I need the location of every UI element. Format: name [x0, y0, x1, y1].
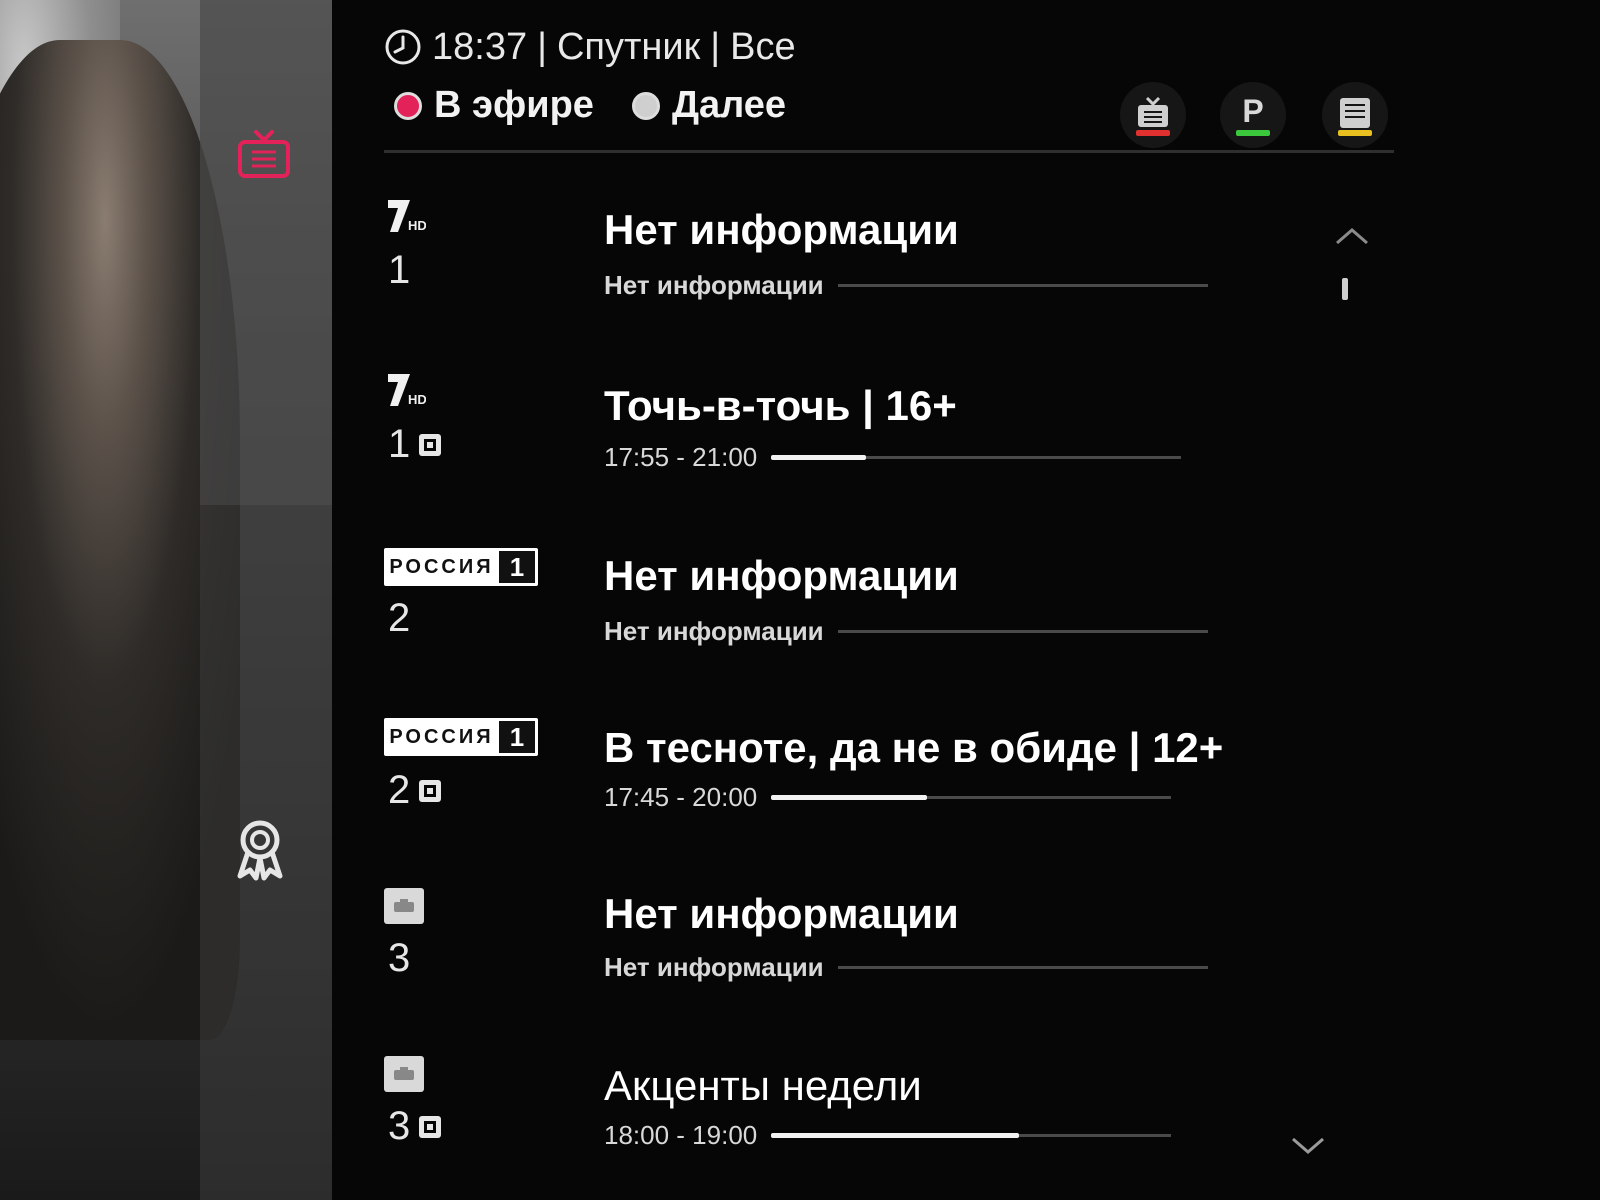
program-subtitle: Нет информации	[604, 270, 1208, 301]
svg-text:HD: HD	[408, 392, 426, 407]
program-title: Акценты недели	[604, 1062, 922, 1109]
channel-row[interactable]: РОССИЯ 1 2 Нет информации Нет информации	[384, 548, 1208, 698]
p-letter-icon: P	[1242, 92, 1264, 129]
channel-row[interactable]: 3 Акценты недели 18:00 - 19:00	[384, 1056, 1204, 1200]
program-subtitle: Нет информации	[604, 616, 1208, 647]
encrypted-icon	[419, 779, 442, 802]
header-separator: |	[537, 25, 547, 68]
generic-channel-logo-icon	[384, 1056, 424, 1092]
status-header: 18:37 | Спутник | Все	[384, 22, 796, 72]
chevron-down-icon[interactable]	[1290, 1136, 1326, 1156]
russia-1-logo: РОССИЯ 1	[384, 548, 538, 586]
current-time: 18:37	[432, 25, 528, 68]
channel-number: 3	[388, 936, 411, 980]
program-time: 17:55 - 21:00	[604, 442, 1182, 473]
filter-tabs: В эфире Далее	[394, 84, 786, 127]
progress-fill	[771, 455, 866, 460]
encrypted-icon	[419, 433, 442, 456]
tv-icon[interactable]	[236, 128, 292, 184]
channel-number: 2	[388, 768, 442, 813]
channel-number: 1	[388, 422, 442, 467]
tab-on-air[interactable]: В эфире	[394, 84, 594, 127]
progress-bar	[771, 795, 1172, 800]
russia-1-logo: РОССИЯ 1	[384, 718, 538, 756]
green-key-indicator	[1236, 130, 1270, 136]
channel-number: 2	[388, 596, 411, 640]
award-icon[interactable]	[234, 818, 286, 882]
filter-label: Все	[730, 25, 796, 68]
tab-next[interactable]: Далее	[631, 84, 787, 127]
progress-bar	[837, 630, 1208, 633]
channel-one-logo-icon: HD	[388, 374, 426, 407]
red-key-indicator	[1136, 130, 1170, 136]
header-separator: |	[710, 25, 721, 68]
program-title: Точь-в-точь | 16+	[604, 382, 957, 429]
program-title: В тесноте, да не в обиде | 12+	[604, 724, 1224, 771]
scrollbar-thumb[interactable]	[1342, 278, 1348, 300]
p-button[interactable]: P	[1220, 82, 1286, 148]
program-subtitle: Нет информации	[604, 952, 1208, 983]
channel-row[interactable]: РОССИЯ 1 2 В тесноте, да не в обиде | 12…	[384, 718, 1223, 868]
channel-number: 1	[388, 248, 411, 292]
program-title: Нет информации	[604, 552, 959, 599]
channel-row[interactable]: HD 1 Точь-в-точь | 16+ 17:55 - 21:00	[384, 370, 1204, 520]
progress-bar	[771, 1133, 1172, 1138]
header-divider	[384, 150, 1394, 153]
channel-number: 3	[388, 1104, 442, 1149]
tab-label: В эфире	[434, 84, 594, 126]
tv-guide-icon	[1138, 96, 1168, 127]
progress-fill	[771, 795, 928, 800]
chevron-up-icon[interactable]	[1334, 226, 1370, 246]
program-title: Нет информации	[604, 890, 959, 937]
tab-label: Далее	[671, 84, 787, 126]
progress-fill	[771, 1133, 1020, 1138]
progress-bar	[771, 455, 1182, 460]
svg-text:HD: HD	[408, 218, 426, 233]
yellow-key-indicator	[1338, 130, 1372, 136]
list-icon	[1340, 98, 1370, 128]
radio-on-air	[394, 91, 422, 120]
clock-icon	[385, 29, 421, 65]
program-time: 17:45 - 20:00	[604, 782, 1172, 813]
source-label: Спутник	[556, 25, 701, 68]
encrypted-icon	[419, 1115, 442, 1138]
channel-row[interactable]: 3 Нет информации Нет информации	[384, 888, 1208, 1038]
progress-bar	[837, 284, 1208, 287]
progress-bar	[837, 966, 1208, 969]
program-time: 18:00 - 19:00	[604, 1120, 1172, 1151]
tv-guide-button[interactable]	[1120, 82, 1186, 148]
program-title: Нет информации	[604, 206, 959, 253]
radio-next	[631, 91, 660, 120]
list-button[interactable]	[1322, 82, 1388, 148]
generic-channel-logo-icon	[384, 888, 424, 924]
channel-row[interactable]: HD 1 Нет информации Нет информации	[384, 196, 1208, 346]
channel-one-logo-icon: HD	[388, 200, 426, 233]
